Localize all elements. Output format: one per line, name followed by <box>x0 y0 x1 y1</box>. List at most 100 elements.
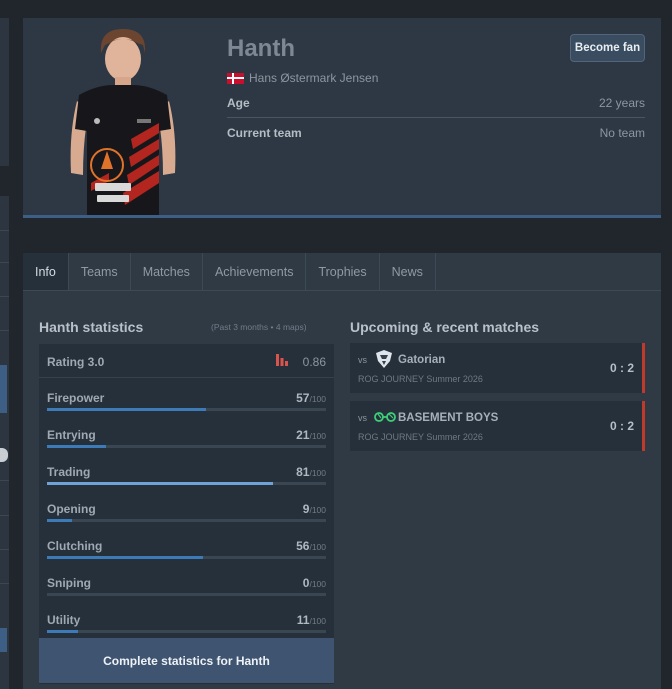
sidebar-divider <box>0 330 9 331</box>
sidebar-divider <box>0 480 9 481</box>
sidebar-divider <box>0 583 9 584</box>
matches-title: Upcoming & recent matches <box>350 319 540 335</box>
stat-label: Clutching <box>47 539 103 553</box>
sidebar-divider <box>0 262 9 263</box>
current-team-value: No team <box>599 126 645 140</box>
stat-value-number: 57 <box>296 391 310 405</box>
event-name: ROG JOURNEY Summer 2026 <box>358 374 483 384</box>
rating-label: Rating 3.0 <box>47 355 105 369</box>
stat-bar-fill <box>47 519 73 522</box>
stat-value-number: 56 <box>296 539 310 553</box>
stat-label: Sniping <box>47 576 91 590</box>
stat-row-trading: Trading 81/100 <box>39 452 334 489</box>
stat-value: 11/100 <box>297 613 326 627</box>
player-nickname: Hanth <box>227 35 295 62</box>
stat-max: /100 <box>309 579 326 589</box>
tab-teams[interactable]: Teams <box>69 253 131 290</box>
stat-label: Trading <box>47 465 91 479</box>
sidebar-active-item[interactable] <box>0 365 7 413</box>
stat-bar-fill <box>47 482 273 485</box>
stat-value-number: 81 <box>296 465 310 479</box>
age-row: Age 22 years <box>227 88 645 118</box>
stat-bar-track <box>47 519 326 522</box>
player-profile-card: Hanth Hans Østermark Jensen Become fan A… <box>23 18 661 218</box>
stat-max: /100 <box>309 616 326 626</box>
stat-value: 57/100 <box>296 391 326 405</box>
event-name: ROG JOURNEY Summer 2026 <box>358 432 483 442</box>
current-team-label: Current team <box>227 126 302 140</box>
sidebar-active-item[interactable] <box>0 628 7 652</box>
rating-value: 0.86 <box>302 355 326 369</box>
stat-row-utility: Utility 11/100 <box>39 600 334 637</box>
info-tab-content: Hanth statistics (Past 3 months • 4 maps… <box>23 291 661 689</box>
stat-bar-track <box>47 482 326 485</box>
stat-label: Opening <box>47 502 96 516</box>
bar-chart-icon <box>276 354 288 366</box>
match-card[interactable]: vs Gatorian ROG JOURNEY Summer 2026 0 : … <box>350 343 645 393</box>
complete-statistics-button[interactable]: Complete statistics for Hanth <box>39 638 334 683</box>
tab-matches[interactable]: Matches <box>131 253 203 290</box>
stat-bar-track <box>47 408 326 411</box>
stat-max: /100 <box>309 505 326 515</box>
match-card[interactable]: vs BASEMENT BOYS ROG JOURNEY Summer 2026… <box>350 401 645 451</box>
stat-value: 56/100 <box>296 539 326 553</box>
rating-row: Rating 3.0 0.86 <box>39 344 334 378</box>
vs-label: vs <box>358 413 367 423</box>
stat-bar-track <box>47 445 326 448</box>
player-photo <box>70 29 176 215</box>
stat-max: /100 <box>309 542 326 552</box>
sidebar-block <box>0 196 9 689</box>
stat-row-sniping: Sniping 0/100 <box>39 563 334 600</box>
tab-info[interactable]: Info <box>23 253 69 290</box>
stat-bar-fill <box>47 556 204 559</box>
stat-value-number: 21 <box>296 428 310 442</box>
tab-news[interactable]: News <box>380 253 436 290</box>
opponent-name: Gatorian <box>398 354 446 366</box>
sidebar-block <box>0 18 9 166</box>
real-name-text: Hans Østermark Jensen <box>249 71 379 85</box>
stat-label: Entrying <box>47 428 96 442</box>
stat-value: 0/100 <box>303 576 326 590</box>
age-label: Age <box>227 95 250 110</box>
stat-value-number: 11 <box>296 613 310 627</box>
tab-trophies[interactable]: Trophies <box>306 253 380 290</box>
stat-label: Utility <box>47 613 81 627</box>
stat-bar-fill <box>47 630 78 633</box>
sidebar-divider <box>0 230 9 231</box>
match-score: 0 : 2 <box>609 361 634 375</box>
sidebar-divider <box>0 515 9 516</box>
stat-bar-track <box>47 593 326 596</box>
gatorian-logo-icon <box>376 350 392 368</box>
stats-subtitle: (Past 3 months • 4 maps) <box>211 322 307 332</box>
stat-row-firepower: Firepower 57/100 <box>39 378 334 415</box>
age-value: 22 years <box>598 95 645 110</box>
sidebar-divider <box>0 549 9 550</box>
stat-row-entrying: Entrying 21/100 <box>39 415 334 452</box>
stat-label: Firepower <box>47 391 105 405</box>
stat-row-opening: Opening 9/100 <box>39 489 334 526</box>
stats-title: Hanth statistics <box>39 319 144 335</box>
player-real-name: Hans Østermark Jensen <box>227 71 378 85</box>
stat-max: /100 <box>309 431 326 441</box>
current-team-row: Current team No team <box>227 118 645 148</box>
stat-max: /100 <box>309 468 326 478</box>
stat-bar-track <box>47 556 326 559</box>
basement-boys-logo-icon <box>374 412 396 422</box>
opponent-name: BASEMENT BOYS <box>398 412 499 424</box>
stats-panel: Rating 3.0 0.86 Firepower 57/100 Entryin… <box>39 344 334 684</box>
match-score: 0 : 2 <box>609 419 634 433</box>
stat-value: 21/100 <box>296 428 326 442</box>
tab-achievements[interactable]: Achievements <box>203 253 307 290</box>
denmark-flag-icon <box>227 72 244 84</box>
stat-bar-fill <box>47 408 207 411</box>
profile-tabs: Info Teams Matches Achievements Trophies… <box>23 253 661 291</box>
vs-label: vs <box>358 355 367 365</box>
become-fan-button[interactable]: Become fan <box>570 34 645 62</box>
stat-max: /100 <box>309 394 326 404</box>
stat-bar-fill <box>47 445 106 448</box>
stat-row-clutching: Clutching 56/100 <box>39 526 334 563</box>
sidebar-divider <box>0 296 9 297</box>
stat-value: 9/100 <box>303 502 326 516</box>
left-sidebar-strip <box>0 0 9 689</box>
stat-value: 81/100 <box>296 465 326 479</box>
